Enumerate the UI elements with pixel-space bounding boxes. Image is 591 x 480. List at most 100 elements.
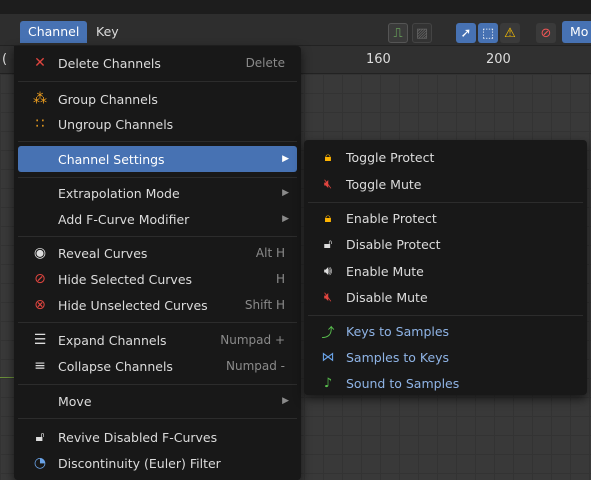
menu-item-label: Channel Settings: [58, 151, 165, 167]
menu-item-label: Expand Channels: [58, 332, 167, 348]
menu-item-reveal-curves[interactable]: ◉ Reveal Curves Alt H: [18, 240, 297, 266]
submenu-item-toggle-protect[interactable]: 🔒︎ Toggle Protect: [308, 144, 583, 170]
handles-icon[interactable]: ▨: [412, 23, 432, 43]
submenu-arrow-icon: ▶: [282, 154, 289, 164]
menu-item-label: Discontinuity (Euler) Filter: [58, 455, 221, 471]
menu-separator: [308, 315, 583, 316]
menu-item-label: Hide Unselected Curves: [58, 297, 208, 313]
menu-item-channel-settings[interactable]: Channel Settings ▶: [18, 146, 297, 172]
channel-dropdown-menu: ✕ Delete Channels Delete ⁂ Group Channel…: [14, 46, 301, 480]
submenu-item-enable-mute[interactable]: 🔊︎ Enable Mute: [308, 258, 583, 284]
ruler-tick-partial: (: [2, 52, 8, 67]
menu-separator: [18, 141, 297, 142]
lock-open-icon: 🔓︎: [35, 429, 45, 445]
lock-open-icon: 🔓︎: [323, 236, 333, 252]
menu-item-collapse-channels[interactable]: ≡ Collapse Channels Numpad -: [18, 353, 297, 379]
menu-item-label: Extrapolation Mode: [58, 185, 180, 201]
menu-item-shortcut: Numpad +: [220, 333, 285, 347]
window-top-strip: [0, 0, 591, 14]
key-menu[interactable]: Key: [96, 21, 119, 43]
mute-icon: 🔇︎: [323, 176, 333, 192]
cursor-icon[interactable]: ➚: [456, 23, 476, 43]
channel-settings-submenu: 🔒︎ Toggle Protect 🔇︎ Toggle Mute 🔒︎ Enab…: [304, 140, 587, 395]
lock-icon: 🔒︎: [324, 210, 332, 226]
speaker-icon: 🔊︎: [323, 263, 333, 279]
menu-item-label: Disable Mute: [346, 289, 428, 305]
ruler-tick: 200: [486, 52, 511, 67]
submenu-item-enable-protect[interactable]: 🔒︎ Enable Protect: [308, 205, 583, 231]
menu-item-label: Toggle Mute: [346, 176, 422, 192]
menu-item-hide-unselected-curves[interactable]: ⊗ Hide Unselected Curves Shift H: [18, 292, 297, 318]
mode-dropdown[interactable]: Mo: [562, 21, 591, 43]
warning-icon[interactable]: ⚠: [500, 23, 520, 43]
menu-item-label: Enable Protect: [346, 210, 437, 226]
menu-item-group-channels[interactable]: ⁂ Group Channels: [18, 86, 297, 112]
menu-item-label: Move: [58, 393, 92, 409]
channel-menu[interactable]: Channel: [20, 21, 88, 43]
menu-item-label: Samples to Keys: [346, 349, 450, 365]
menu-separator: [18, 384, 297, 385]
submenu-item-keys-to-samples[interactable]: ⤴ Keys to Samples: [308, 318, 583, 344]
submenu-arrow-icon: ▶: [282, 188, 289, 198]
menu-separator: [308, 202, 583, 203]
expand-icon: ☰: [33, 332, 47, 348]
menu-item-label: Hide Selected Curves: [58, 271, 193, 287]
x-delete-icon: ✕: [34, 55, 46, 71]
menu-item-shortcut: Alt H: [255, 246, 285, 260]
menu-separator: [18, 81, 297, 82]
menu-item-label: Ungroup Channels: [58, 116, 174, 132]
menu-item-move[interactable]: Move ▶: [18, 388, 297, 414]
menu-item-label: Revive Disabled F-Curves: [58, 429, 218, 445]
ungroup-icon: ∷: [35, 116, 45, 132]
menu-item-expand-channels[interactable]: ☰ Expand Channels Numpad +: [18, 327, 297, 353]
lock-icon: 🔒︎: [324, 149, 332, 165]
keys-to-samples-icon: ⤴: [321, 325, 335, 341]
menu-item-shortcut: Shift H: [244, 298, 285, 312]
menu-item-label: Keys to Samples: [346, 323, 450, 339]
menu-item-discontinuity-filter[interactable]: ◔ Discontinuity (Euler) Filter: [18, 450, 297, 476]
menu-item-ungroup-channels[interactable]: ∷ Ungroup Channels: [18, 111, 297, 137]
menu-item-revive-disabled-fcurves[interactable]: 🔓︎ Revive Disabled F-Curves: [18, 424, 297, 450]
menu-item-hide-selected-curves[interactable]: ⊘ Hide Selected Curves H: [18, 266, 297, 292]
menu-separator: [18, 177, 297, 178]
graph-editor-header: Channel Key ⎍ ▨ ➚ ⬚ ⚠ ⊘ Mo: [0, 14, 591, 46]
menu-item-shortcut: Numpad -: [225, 359, 285, 373]
normalize-icon[interactable]: ⎍: [388, 23, 408, 43]
submenu-arrow-icon: ▶: [282, 396, 289, 406]
menu-item-label: Collapse Channels: [58, 358, 173, 374]
hide-unselected-icon: ⊗: [34, 297, 46, 313]
mute-icon: 🔇︎: [323, 289, 333, 305]
menu-item-label: Reveal Curves: [58, 245, 148, 261]
menu-separator: [18, 322, 297, 323]
ruler-tick: 160: [366, 52, 391, 67]
discontinuity-icon: ◔: [33, 455, 47, 471]
menu-separator: [18, 418, 297, 419]
submenu-item-disable-mute[interactable]: 🔇︎ Disable Mute: [308, 284, 583, 310]
collapse-icon: ≡: [34, 358, 46, 374]
menu-item-label: Add F-Curve Modifier: [58, 211, 190, 227]
sound-to-samples-icon: ♪: [323, 375, 333, 391]
menu-item-shortcut: H: [275, 272, 285, 286]
submenu-item-sound-to-samples[interactable]: ♪ Sound to Samples: [308, 370, 583, 396]
filter-icon[interactable]: ⊘: [536, 23, 556, 43]
menu-item-label: Toggle Protect: [346, 149, 435, 165]
menu-item-shortcut: Delete: [245, 56, 285, 70]
menu-separator: [18, 236, 297, 237]
submenu-item-disable-protect[interactable]: 🔓︎ Disable Protect: [308, 231, 583, 257]
menu-item-add-fcurve-modifier[interactable]: Add F-Curve Modifier ▶: [18, 206, 297, 232]
menu-item-label: Delete Channels: [58, 55, 161, 71]
menu-item-label: Enable Mute: [346, 263, 424, 279]
eye-icon: ◉: [33, 245, 47, 261]
menu-item-delete-channels[interactable]: ✕ Delete Channels Delete: [18, 50, 297, 76]
box-select-icon[interactable]: ⬚: [478, 23, 498, 43]
submenu-item-samples-to-keys[interactable]: ⋈ Samples to Keys: [308, 344, 583, 370]
submenu-arrow-icon: ▶: [282, 214, 289, 224]
group-icon: ⁂: [33, 91, 47, 107]
menu-item-label: Group Channels: [58, 91, 158, 107]
menu-item-label: Sound to Samples: [346, 375, 460, 391]
menu-item-extrapolation-mode[interactable]: Extrapolation Mode ▶: [18, 180, 297, 206]
submenu-item-toggle-mute[interactable]: 🔇︎ Toggle Mute: [308, 171, 583, 197]
samples-to-keys-icon: ⋈: [321, 349, 335, 365]
hide-icon: ⊘: [34, 271, 46, 287]
menu-item-label: Disable Protect: [346, 236, 441, 252]
